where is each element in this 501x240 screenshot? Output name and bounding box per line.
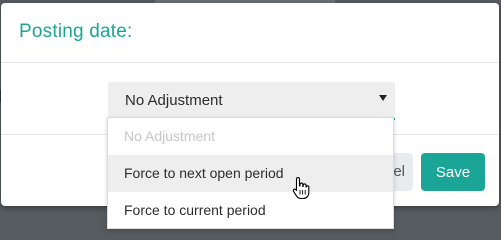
caret-down-icon bbox=[379, 95, 387, 101]
dialog-header: Posting date: bbox=[1, 3, 499, 63]
option-force-current-period[interactable]: Force to current period bbox=[108, 192, 393, 229]
save-button[interactable]: Save bbox=[421, 153, 485, 191]
posting-date-select[interactable]: No Adjustment bbox=[108, 82, 395, 120]
cancel-label: el bbox=[393, 163, 405, 180]
option-force-next-open-period[interactable]: Force to next open period bbox=[108, 155, 393, 192]
select-dropdown-menu: No Adjustment Force to next open period … bbox=[107, 117, 394, 229]
dialog-title: Posting date: bbox=[19, 21, 133, 42]
select-value: No Adjustment bbox=[125, 92, 223, 109]
option-no-adjustment: No Adjustment bbox=[124, 128, 216, 144]
